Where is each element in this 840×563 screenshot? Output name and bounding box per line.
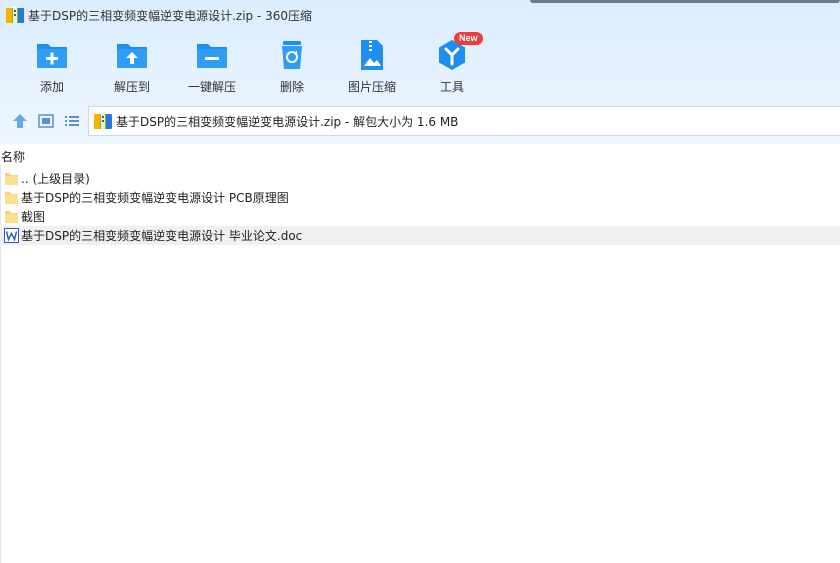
tools-button[interactable]: 工具 xyxy=(412,36,492,98)
one-click-extract-button[interactable]: 一键解压 xyxy=(172,36,252,98)
one-click-extract-label: 一键解压 xyxy=(187,80,236,94)
delete-label: 删除 xyxy=(279,80,304,94)
folder-icon xyxy=(5,173,18,185)
thumbnail-view-icon[interactable] xyxy=(37,112,55,130)
list-item[interactable]: 截图 xyxy=(0,207,840,226)
list-item-name: 基于DSP的三相变频变幅逆变电源设计 PCB原理图 xyxy=(21,191,289,205)
extract-to-label: 解压到 xyxy=(113,80,150,94)
list-item-name: 截图 xyxy=(21,210,46,224)
up-arrow-icon[interactable] xyxy=(11,112,29,130)
column-header-name[interactable]: 名称 xyxy=(0,148,840,164)
main-toolbar: 添加 解压到 一键解压 删除 图片压缩 工具 New xyxy=(0,32,840,98)
image-compress-button[interactable]: 图片压缩 xyxy=(332,36,412,98)
image-compress-label: 图片压缩 xyxy=(347,80,396,94)
delete-button[interactable]: 删除 xyxy=(252,36,332,98)
path-text: 基于DSP的三相变频变幅逆变电源设计.zip - 解包大小为 1.6 MB xyxy=(116,114,459,129)
folder-plus-icon xyxy=(37,44,67,68)
zip-archive-icon xyxy=(94,113,112,129)
window-title: 基于DSP的三相变频变幅逆变电源设计.zip - 360压缩 xyxy=(28,8,313,23)
list-item[interactable]: .. (上级目录) xyxy=(0,169,840,188)
add-label: 添加 xyxy=(39,80,64,94)
list-item[interactable]: 基于DSP的三相变频变幅逆变电源设计 毕业论文.doc xyxy=(0,226,840,245)
file-list: .. (上级目录) 基于DSP的三相变频变幅逆变电源设计 PCB原理图 截图 基… xyxy=(0,169,840,245)
title-bar: 基于DSP的三相变频变幅逆变电源设计.zip - 360压缩 xyxy=(0,0,840,30)
folder-upload-icon xyxy=(117,44,147,68)
folder-icon xyxy=(5,211,18,223)
add-button[interactable]: 添加 xyxy=(12,36,92,98)
zip-archive-icon xyxy=(6,7,24,23)
new-badge: New xyxy=(454,32,483,45)
path-bar[interactable]: 基于DSP的三相变频变幅逆变电源设计.zip - 解包大小为 1.6 MB xyxy=(88,106,840,136)
list-item-name: 基于DSP的三相变频变幅逆变电源设计 毕业论文.doc xyxy=(21,229,303,243)
word-doc-icon xyxy=(4,228,19,243)
image-zip-icon xyxy=(361,40,383,70)
list-item-name: .. (上级目录) xyxy=(21,172,90,186)
nav-bar: 基于DSP的三相变频变幅逆变电源设计.zip - 解包大小为 1.6 MB xyxy=(0,106,840,136)
extract-to-button[interactable]: 解压到 xyxy=(92,36,172,98)
list-item[interactable]: 基于DSP的三相变频变幅逆变电源设计 PCB原理图 xyxy=(0,188,840,207)
recycle-bin-icon xyxy=(282,41,302,69)
list-view-icon[interactable] xyxy=(63,112,81,130)
tools-label: 工具 xyxy=(439,80,464,94)
folder-icon xyxy=(5,192,18,204)
folder-minus-icon xyxy=(197,44,227,68)
